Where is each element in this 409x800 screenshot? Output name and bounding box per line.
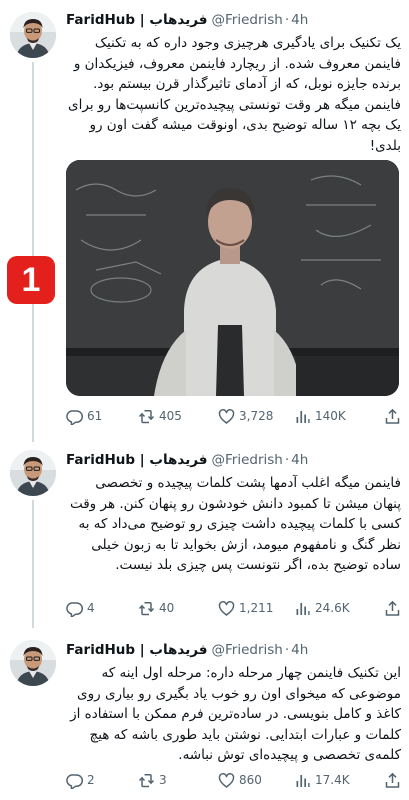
repost-count: 40 xyxy=(159,601,175,615)
views-icon xyxy=(296,410,310,423)
tweet[interactable]: FaridHub | فریدهاب @Friedrish · 4h این ت… xyxy=(0,630,409,800)
tweet[interactable]: FaridHub | فریدهاب @Friedrish · 4h یک تک… xyxy=(0,0,409,440)
tweet-text: فاینمن میگه اغلب آدمها پشت کلمات پیچیده … xyxy=(69,475,401,573)
heart-icon xyxy=(218,600,235,616)
views-button[interactable]: 140K xyxy=(294,408,346,425)
separator-dot: · xyxy=(284,452,290,468)
separator-dot: · xyxy=(284,12,290,28)
tweet-text: این تکنیک فاینمن چهار مرحله داره: مرحله … xyxy=(70,665,401,763)
reply-icon xyxy=(66,409,83,425)
repost-icon xyxy=(138,409,155,423)
tweet-header: FaridHub | فریدهاب @Friedrish · 4h xyxy=(66,10,401,30)
reply-count: 4 xyxy=(87,601,95,615)
timestamp[interactable]: 4h xyxy=(291,452,308,468)
repost-count: 405 xyxy=(159,409,182,423)
views-button[interactable]: 24.6K xyxy=(294,600,350,617)
view-count: 24.6K xyxy=(315,601,350,615)
timestamp[interactable]: 4h xyxy=(291,12,308,28)
repost-button[interactable]: 3 xyxy=(138,772,218,789)
views-button[interactable]: 17.4K xyxy=(294,772,350,789)
chalkboard-portrait-image xyxy=(66,160,399,396)
heart-icon xyxy=(218,772,235,788)
author-handle[interactable]: @Friedrish xyxy=(212,452,283,468)
reply-icon xyxy=(66,773,83,789)
view-count: 17.4K xyxy=(315,773,350,787)
like-count: 1,211 xyxy=(239,601,274,615)
reply-count: 2 xyxy=(87,773,95,787)
repost-icon xyxy=(138,601,155,615)
share-button[interactable] xyxy=(384,408,401,425)
tweet-actions: 2 3 860 17.4K xyxy=(66,770,401,790)
reply-button[interactable]: 2 xyxy=(66,772,138,789)
number-badge: 1 xyxy=(7,256,55,304)
like-button[interactable]: 3,728 xyxy=(218,408,294,425)
tweet-header: FaridHub | فریدهاب @Friedrish · 4h xyxy=(66,640,401,660)
reply-icon xyxy=(66,601,83,617)
tweet-header: FaridHub | فریدهاب @Friedrish · 4h xyxy=(66,450,401,470)
tweet-actions: 4 40 1,211 24.6K xyxy=(66,598,401,618)
like-button[interactable]: 860 xyxy=(218,772,294,789)
tweet-actions: 61 405 3,728 140K xyxy=(66,406,401,426)
avatar[interactable] xyxy=(10,12,56,58)
views-icon xyxy=(296,602,310,615)
like-button[interactable]: 1,211 xyxy=(218,600,294,617)
view-count: 140K xyxy=(315,409,346,423)
tweet[interactable]: FaridHub | فریدهاب @Friedrish · 4h فاینم… xyxy=(0,440,409,630)
author-handle[interactable]: @Friedrish xyxy=(212,12,283,28)
share-icon xyxy=(385,408,400,424)
repost-button[interactable]: 40 xyxy=(138,600,218,617)
repost-count: 3 xyxy=(159,773,167,787)
separator-dot: · xyxy=(284,642,290,658)
tweet-text: یک تکنیک برای یادگیری هرچیزی وجود داره ک… xyxy=(68,35,401,154)
author-name[interactable]: FaridHub | فریدهاب xyxy=(66,12,208,28)
views-icon xyxy=(296,774,310,787)
like-count: 860 xyxy=(239,773,262,787)
author-handle[interactable]: @Friedrish xyxy=(212,642,283,658)
avatar[interactable] xyxy=(10,450,56,496)
avatar[interactable] xyxy=(10,640,56,686)
share-button[interactable] xyxy=(384,600,401,617)
author-name[interactable]: FaridHub | فریدهاب xyxy=(66,642,208,658)
share-icon xyxy=(385,772,400,788)
like-count: 3,728 xyxy=(239,409,274,423)
feynman-photo[interactable] xyxy=(66,160,399,396)
reply-button[interactable]: 61 xyxy=(66,408,138,425)
share-button[interactable] xyxy=(384,772,401,789)
repost-icon xyxy=(138,773,155,787)
author-name[interactable]: FaridHub | فریدهاب xyxy=(66,452,208,468)
heart-icon xyxy=(218,408,235,424)
timestamp[interactable]: 4h xyxy=(291,642,308,658)
share-icon xyxy=(385,600,400,616)
repost-button[interactable]: 405 xyxy=(138,408,218,425)
reply-count: 61 xyxy=(87,409,103,423)
reply-button[interactable]: 4 xyxy=(66,600,138,617)
